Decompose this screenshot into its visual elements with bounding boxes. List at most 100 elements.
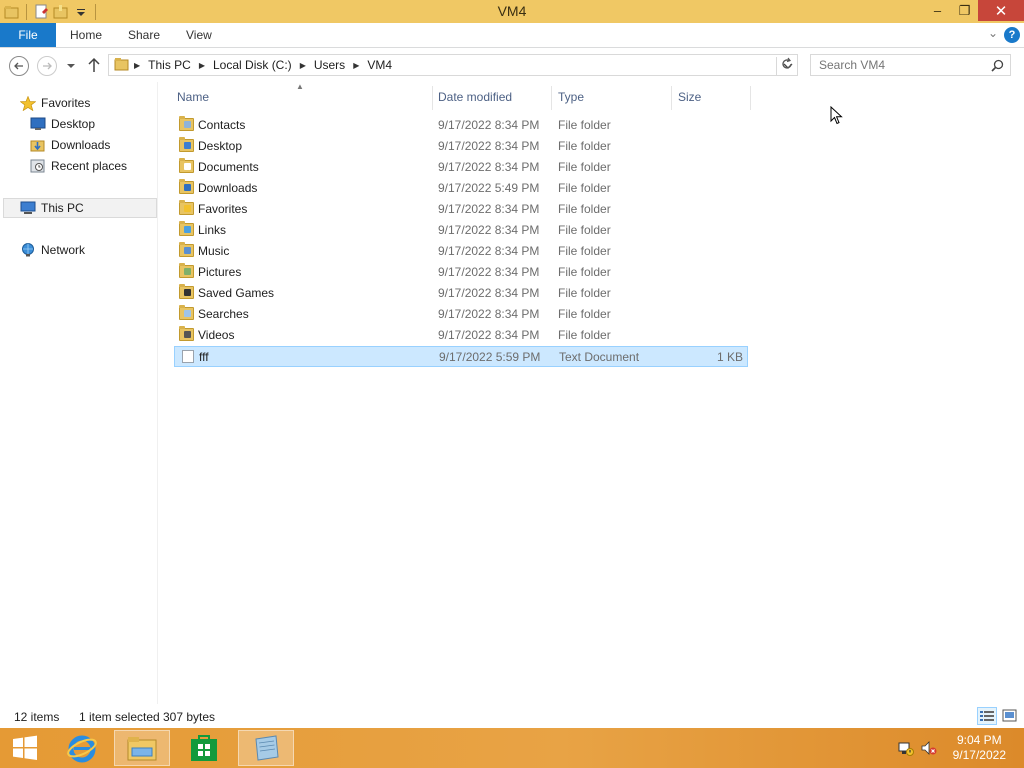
taskbar: 9:04 PM 9/17/2022: [0, 728, 1024, 768]
tab-view[interactable]: View: [176, 23, 222, 47]
arrow-up-icon: [88, 57, 100, 72]
file-name: Saved Games: [198, 286, 275, 300]
file-name: Documents: [198, 160, 259, 174]
help-icon[interactable]: ?: [1004, 27, 1020, 43]
column-divider[interactable]: [432, 86, 433, 110]
internet-explorer-icon: [67, 735, 97, 763]
network-icon: [20, 243, 36, 257]
address-row: ▶ This PC ▶ Local Disk (C:) ▶ Users ▶ VM…: [0, 48, 1024, 82]
table-row[interactable]: Videos 9/17/2022 8:34 PM File folder: [174, 325, 748, 346]
address-bar[interactable]: ▶ This PC ▶ Local Disk (C:) ▶ Users ▶ VM…: [108, 54, 798, 76]
volume-muted-icon[interactable]: [921, 740, 937, 756]
large-icons-view-button[interactable]: [1000, 707, 1020, 725]
file-explorer-icon: [127, 737, 157, 761]
taskbar-store[interactable]: [176, 730, 232, 766]
file-type: File folder: [558, 181, 611, 195]
file-name: Desktop: [198, 139, 243, 153]
forward-button[interactable]: [37, 56, 57, 76]
column-divider[interactable]: [551, 86, 552, 110]
file-type: File folder: [558, 118, 611, 132]
file-name: Favorites: [198, 202, 248, 216]
search-box[interactable]: [810, 54, 1011, 76]
window-controls: – ❐ ✕: [924, 0, 1024, 21]
network-status-icon[interactable]: [898, 740, 914, 756]
start-button[interactable]: [0, 730, 50, 766]
search-icon[interactable]: [991, 59, 1004, 75]
file-date-modified: 9/17/2022 8:34 PM: [438, 160, 540, 174]
expand-ribbon-icon[interactable]: ⌄: [988, 26, 998, 40]
back-button[interactable]: [9, 56, 29, 76]
file-type: File folder: [558, 223, 611, 237]
file-date-modified: 9/17/2022 5:59 PM: [439, 350, 541, 364]
table-row[interactable]: Desktop 9/17/2022 8:34 PM File folder: [174, 136, 748, 157]
selection-count: 1 item selected: [79, 710, 160, 724]
nav-favorites[interactable]: Favorites: [19, 93, 90, 113]
file-type: File folder: [558, 160, 611, 174]
nav-recent-places-label: Recent places: [51, 159, 128, 173]
up-button[interactable]: [87, 57, 101, 76]
column-divider[interactable]: [750, 86, 751, 110]
recent-locations-icon[interactable]: [66, 60, 76, 74]
table-row[interactable]: Links 9/17/2022 8:34 PM File folder: [174, 220, 748, 241]
taskbar-file-explorer[interactable]: [114, 730, 170, 766]
column-divider[interactable]: [671, 86, 672, 110]
breadcrumb-separator[interactable]: ▶: [296, 61, 310, 70]
column-header-name[interactable]: Name: [177, 90, 209, 104]
table-row[interactable]: fff 9/17/2022 5:59 PM Text Document 1 KB: [174, 346, 748, 367]
table-row[interactable]: Searches 9/17/2022 8:34 PM File folder: [174, 304, 748, 325]
nav-network-label: Network: [41, 243, 86, 257]
desktop-folder-icon: [179, 137, 194, 152]
tab-file[interactable]: File: [0, 23, 56, 47]
search-input[interactable]: [811, 55, 981, 75]
tab-share[interactable]: Share: [118, 23, 170, 47]
file-name: Downloads: [198, 181, 258, 195]
table-row[interactable]: Favorites 9/17/2022 8:34 PM File folder: [174, 199, 748, 220]
nav-network[interactable]: Network: [20, 240, 85, 260]
file-name: Pictures: [198, 265, 242, 279]
table-row[interactable]: Downloads 9/17/2022 5:49 PM File folder: [174, 178, 748, 199]
table-row[interactable]: Pictures 9/17/2022 8:34 PM File folder: [174, 262, 748, 283]
item-count: 12 items: [14, 710, 60, 724]
searches-folder-icon: [179, 305, 194, 320]
file-type: File folder: [558, 307, 611, 321]
nav-downloads[interactable]: Downloads: [30, 135, 110, 155]
nav-desktop[interactable]: Desktop: [30, 114, 95, 134]
breadcrumb-vm4[interactable]: VM4: [363, 58, 396, 72]
breadcrumb-local-disk[interactable]: Local Disk (C:): [209, 58, 296, 72]
desktop-icon: [30, 117, 46, 131]
column-header-size[interactable]: Size: [678, 90, 701, 104]
breadcrumb-separator[interactable]: ▶: [195, 61, 209, 70]
table-row[interactable]: Documents 9/17/2022 8:34 PM File folder: [174, 157, 748, 178]
videos-folder-icon: [179, 326, 194, 341]
tab-home[interactable]: Home: [60, 23, 112, 47]
breadcrumb-users[interactable]: Users: [310, 58, 349, 72]
system-clock[interactable]: 9:04 PM 9/17/2022: [953, 733, 1006, 763]
table-row[interactable]: Contacts 9/17/2022 8:34 PM File folder: [174, 115, 748, 136]
breadcrumb-separator[interactable]: ▶: [349, 61, 363, 70]
close-button[interactable]: ✕: [978, 0, 1024, 21]
clock-date: 9/17/2022: [952, 748, 1006, 762]
refresh-button[interactable]: [776, 57, 796, 75]
table-row[interactable]: Saved Games 9/17/2022 8:34 PM File folder: [174, 283, 748, 304]
refresh-icon: [782, 57, 792, 69]
taskbar-internet-explorer[interactable]: [54, 730, 110, 766]
saved-games-folder-icon: [179, 284, 194, 299]
minimize-button[interactable]: –: [924, 0, 951, 21]
column-header-date[interactable]: Date modified: [438, 90, 512, 104]
details-view-button[interactable]: [977, 707, 997, 725]
status-bar: 12 items 1 item selected 307 bytes: [0, 704, 1024, 728]
column-header-type[interactable]: Type: [558, 90, 584, 104]
nav-this-pc[interactable]: This PC: [3, 198, 157, 218]
favorites-folder-icon: [179, 200, 194, 215]
windows-logo-icon: [13, 735, 37, 760]
links-folder-icon: [179, 221, 194, 236]
nav-recent-places[interactable]: Recent places: [30, 156, 127, 176]
table-row[interactable]: Music 9/17/2022 8:34 PM File folder: [174, 241, 748, 262]
restore-button[interactable]: ❐: [951, 0, 978, 21]
file-date-modified: 9/17/2022 8:34 PM: [438, 307, 540, 321]
pictures-folder-icon: [179, 263, 194, 278]
taskbar-notepad[interactable]: [238, 730, 294, 766]
file-date-modified: 9/17/2022 8:34 PM: [438, 286, 540, 300]
breadcrumb-this-pc[interactable]: This PC: [144, 58, 195, 72]
text-document-icon: [182, 350, 194, 363]
